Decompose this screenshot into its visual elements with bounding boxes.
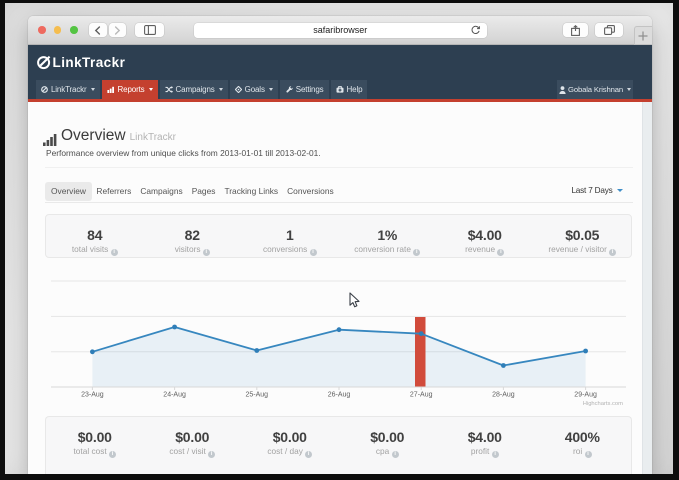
svg-text:Highcharts.com: Highcharts.com (583, 401, 623, 407)
svg-text:27-Aug: 27-Aug (410, 391, 433, 398)
svg-text:26-Aug: 26-Aug (328, 391, 351, 398)
svg-text:23-Aug: 23-Aug (81, 391, 104, 398)
svg-text:28-Aug: 28-Aug (492, 391, 515, 398)
svg-text:25-Aug: 25-Aug (246, 391, 269, 398)
svg-text:24-Aug: 24-Aug (163, 391, 186, 398)
svg-text:29-Aug: 29-Aug (574, 391, 597, 398)
